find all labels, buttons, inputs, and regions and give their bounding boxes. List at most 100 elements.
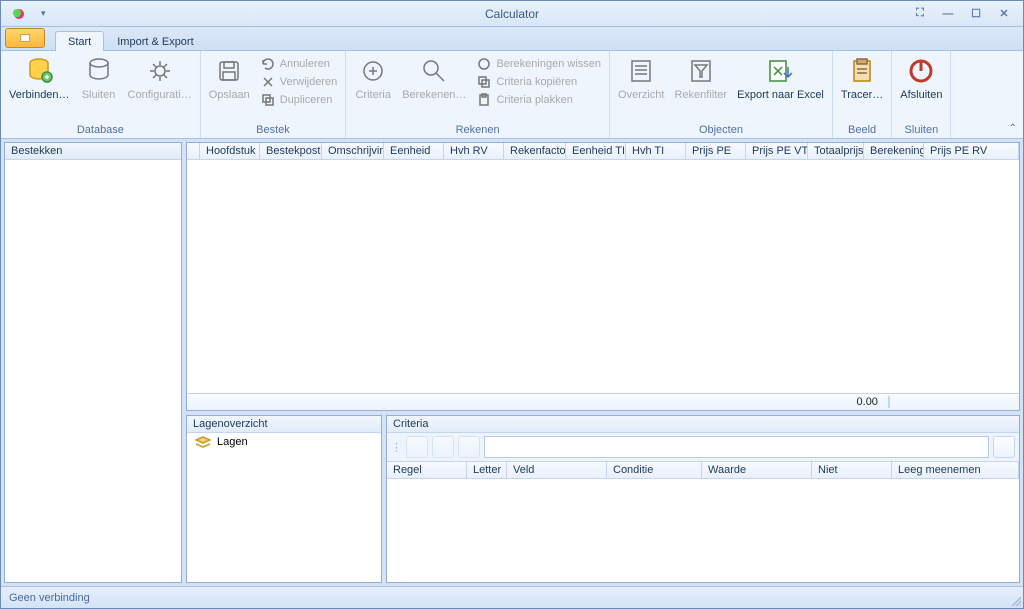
- criteria-plakken-label: Criteria plakken: [496, 94, 572, 106]
- body: Bestekken Hoofdstuk Bestekpost Omschrijv…: [1, 139, 1023, 586]
- ribbon: Verbinden… Sluiten Configurati… Database: [1, 51, 1023, 139]
- col-omschrijving[interactable]: Omschrijving: [322, 143, 384, 159]
- col-eenheid-ti[interactable]: Eenheid TI: [566, 143, 626, 159]
- verbinden-button[interactable]: Verbinden…: [5, 53, 74, 103]
- col-prijs-pe-rv[interactable]: Prijs PE RV: [924, 143, 1019, 159]
- app-icon: [11, 6, 27, 22]
- dupliceren-button[interactable]: Dupliceren: [256, 91, 341, 109]
- save-icon: [213, 55, 245, 87]
- grid-total-value: 0.00: [857, 396, 878, 408]
- ribbon-collapse-icon[interactable]: ⌃: [1009, 123, 1017, 134]
- crit-col-conditie[interactable]: Conditie: [607, 462, 702, 478]
- col-hvh-ti[interactable]: Hvh TI: [626, 143, 686, 159]
- col-hvh-rv[interactable]: Hvh RV: [444, 143, 504, 159]
- criteria-label: Criteria: [355, 89, 390, 101]
- criteria-remove-button[interactable]: [432, 436, 454, 458]
- ribbon-tabrow: Start Import & Export: [1, 27, 1023, 51]
- gear-icon: [144, 55, 176, 87]
- criteria-grid-rows[interactable]: [387, 479, 1019, 582]
- verbinden-label: Verbinden…: [9, 89, 70, 101]
- overzicht-button[interactable]: Overzicht: [614, 53, 668, 103]
- row-selector-header[interactable]: [187, 143, 200, 159]
- criteria-kopieren-label: Criteria kopiëren: [496, 76, 577, 88]
- berekenen-label: Berekenen…: [402, 89, 466, 101]
- col-hoofdstuk[interactable]: Hoofdstuk: [200, 143, 260, 159]
- focus-mode-button[interactable]: ⛶: [909, 6, 931, 22]
- tab-start[interactable]: Start: [55, 31, 104, 51]
- berekeningen-wissen-label: Berekeningen wissen: [496, 58, 601, 70]
- col-bestekpost[interactable]: Bestekpost: [260, 143, 322, 159]
- criteria-filter-input[interactable]: [484, 436, 989, 458]
- bestekken-tree[interactable]: [5, 160, 181, 582]
- col-prijs-pe[interactable]: Prijs PE: [686, 143, 746, 159]
- criteria-copy-button[interactable]: [458, 436, 480, 458]
- ribbon-group-rekenen: Criteria Berekenen… Berekeningen wissen: [346, 51, 610, 138]
- verwijderen-button[interactable]: Verwijderen: [256, 73, 341, 91]
- app-window: ▾ Calculator ⛶ — ☐ ✕ Start Import & Expo…: [0, 0, 1024, 609]
- tab-import-export[interactable]: Import & Export: [104, 31, 206, 51]
- opslaan-button[interactable]: Opslaan: [205, 53, 254, 103]
- crit-col-regel[interactable]: Regel: [387, 462, 467, 478]
- group-label-rekenen: Rekenen: [350, 123, 605, 138]
- size-grip[interactable]: [1009, 594, 1021, 606]
- group-label-beeld: Beeld: [837, 123, 887, 138]
- rekenfilter-label: Rekenfilter: [674, 89, 727, 101]
- criteria-button[interactable]: Criteria: [350, 53, 396, 103]
- criteria-toolbar: ⋮: [387, 433, 1019, 462]
- lagen-root-item[interactable]: Lagen: [187, 433, 381, 451]
- main-grid-header: Hoofdstuk Bestekpost Omschrijving Eenhei…: [187, 143, 1019, 160]
- col-eenheid[interactable]: Eenheid: [384, 143, 444, 159]
- annuleren-button[interactable]: Annuleren: [256, 55, 341, 73]
- configuratie-button[interactable]: Configurati…: [124, 53, 196, 103]
- dupliceren-label: Dupliceren: [280, 94, 333, 106]
- crit-col-leeg[interactable]: Leeg meenemen: [892, 462, 1019, 478]
- close-button[interactable]: ✕: [993, 6, 1015, 22]
- overzicht-label: Overzicht: [618, 89, 664, 101]
- filter-icon: [685, 55, 717, 87]
- afsluiten-button[interactable]: Afsluiten: [896, 53, 946, 103]
- criteria-color-button[interactable]: [993, 436, 1015, 458]
- database-close-icon: [83, 55, 115, 87]
- col-rekenfactor[interactable]: Rekenfactor: [504, 143, 566, 159]
- qat-dropdown-icon[interactable]: ▾: [41, 8, 46, 19]
- sluiten-db-button[interactable]: Sluiten: [76, 53, 122, 103]
- export-excel-button[interactable]: Export naar Excel: [733, 53, 828, 103]
- criteria-panel-title: Criteria: [387, 416, 1019, 433]
- main-grid-rows[interactable]: [187, 160, 1019, 393]
- crit-col-letter[interactable]: Letter: [467, 462, 507, 478]
- quick-access-toolbar: ▾: [3, 6, 46, 22]
- criteria-plakken-button[interactable]: Criteria plakken: [472, 91, 605, 109]
- crit-col-niet[interactable]: Niet: [812, 462, 892, 478]
- col-totaalprijs[interactable]: Totaalprijs: [808, 143, 864, 159]
- maximize-button[interactable]: ☐: [965, 6, 987, 22]
- delete-icon: [260, 74, 276, 90]
- criteria-back-button[interactable]: [406, 436, 428, 458]
- main-grid-footer: 0.00: [187, 393, 1019, 410]
- bestekken-panel: Bestekken: [4, 142, 182, 583]
- minimize-button[interactable]: —: [937, 6, 959, 22]
- col-prijs-pe-vtov[interactable]: Prijs PE VTOV: [746, 143, 808, 159]
- group-label-objecten: Objecten: [614, 123, 828, 138]
- statusbar: Geen verbinding: [1, 586, 1023, 608]
- lagen-panel-title: Lagenoverzicht: [187, 416, 381, 433]
- berekeningen-wissen-button[interactable]: Berekeningen wissen: [472, 55, 605, 73]
- rekenfilter-button[interactable]: Rekenfilter: [670, 53, 731, 103]
- crit-col-waarde[interactable]: Waarde: [702, 462, 812, 478]
- tracer-label: Tracer…: [841, 89, 883, 101]
- exit-icon: [905, 55, 937, 87]
- crit-col-veld[interactable]: Veld: [507, 462, 607, 478]
- tracer-icon: [846, 55, 878, 87]
- ribbon-group-bestek: Opslaan Annuleren Verwijderen Dupliceren: [201, 51, 346, 138]
- calculate-icon: [418, 55, 450, 87]
- tracer-button[interactable]: Tracer…: [837, 53, 887, 103]
- criteria-panel: Criteria ⋮: [386, 415, 1020, 583]
- berekenen-button[interactable]: Berekenen…: [398, 53, 470, 103]
- application-menu-button[interactable]: [5, 28, 45, 48]
- criteria-grid-header: Regel Letter Veld Conditie Waarde Niet L…: [387, 462, 1019, 479]
- ribbon-group-objecten: Overzicht Rekenfilter Export naar Excel …: [610, 51, 833, 138]
- status-text: Geen verbinding: [9, 592, 90, 604]
- criteria-kopieren-button[interactable]: Criteria kopiëren: [472, 73, 605, 91]
- verwijderen-label: Verwijderen: [280, 76, 337, 88]
- col-berekening[interactable]: Berekening: [864, 143, 924, 159]
- export-excel-label: Export naar Excel: [737, 89, 824, 101]
